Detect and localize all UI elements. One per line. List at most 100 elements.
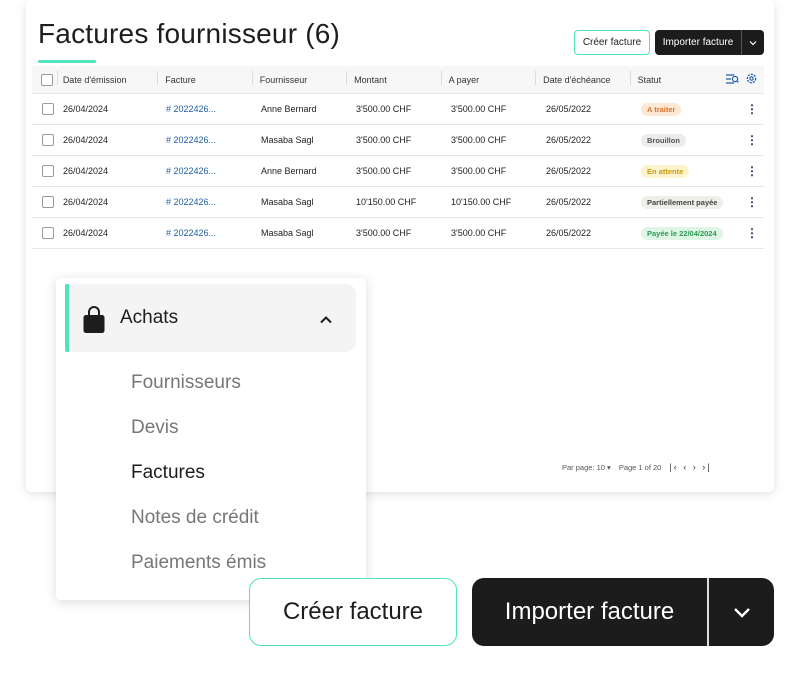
per-page-label: Par page: 10 bbox=[562, 462, 605, 472]
purchases-menu: Achats Fournisseurs Devis Factures Notes… bbox=[56, 278, 366, 600]
row-actions: ⋮ bbox=[729, 227, 764, 239]
cell-to-pay: 3'500.00 CHF bbox=[451, 228, 507, 238]
header-date[interactable]: Date d'émission bbox=[56, 70, 157, 85]
first-page-icon[interactable]: |‹ bbox=[669, 462, 678, 472]
import-separator bbox=[707, 578, 709, 646]
cell-due-date: 26/05/2022 bbox=[546, 228, 592, 238]
gear-icon[interactable] bbox=[745, 72, 758, 87]
row-select-cell bbox=[32, 165, 63, 177]
chevron-up-icon[interactable] bbox=[319, 311, 333, 329]
cell-date: 26/04/2024 bbox=[63, 104, 109, 114]
table-row[interactable]: 26/04/2024 # 2022426... Anne Bernard 3'5… bbox=[32, 156, 764, 187]
cell-date: 26/04/2024 bbox=[63, 228, 109, 238]
per-page-select[interactable]: Par page: 10 ▾ bbox=[562, 463, 611, 472]
invoice-link[interactable]: # 2022426... bbox=[158, 104, 253, 114]
next-page-icon[interactable]: › bbox=[693, 462, 698, 472]
cell-amount: 3'500.00 CHF bbox=[356, 135, 412, 145]
cell-amount: 3'500.00 CHF bbox=[356, 166, 412, 176]
cell-due-date: 26/05/2022 bbox=[546, 104, 592, 114]
import-invoice-button[interactable]: Importer facture bbox=[472, 578, 774, 646]
menu-item-factures[interactable]: Factures bbox=[131, 462, 205, 484]
menu-section-label: Achats bbox=[120, 307, 179, 328]
cell-due-date: 26/05/2022 bbox=[546, 135, 592, 145]
invoice-link[interactable]: # 2022426... bbox=[158, 166, 253, 176]
invoice-link[interactable]: # 2022426... bbox=[158, 228, 253, 238]
kebab-icon[interactable]: ⋮ bbox=[746, 227, 758, 239]
page-info: Page 1 of 20 bbox=[618, 462, 662, 472]
status-cell: Partiellement payée bbox=[633, 195, 729, 209]
chevron-down-icon: ▾ bbox=[607, 462, 611, 472]
cell-amount: 3'500.00 CHF bbox=[356, 228, 412, 238]
cell-supplier: Anne Bernard bbox=[261, 166, 317, 176]
row-actions: ⋮ bbox=[729, 134, 764, 146]
cell-date: 26/04/2024 bbox=[63, 135, 109, 145]
cell-supplier: Masaba Sagl bbox=[261, 135, 314, 145]
kebab-icon[interactable]: ⋮ bbox=[746, 103, 758, 115]
cell-to-pay: 3'500.00 CHF bbox=[451, 135, 507, 145]
cell-date: 26/04/2024 bbox=[63, 197, 109, 207]
header-facture[interactable]: Facture bbox=[157, 70, 251, 85]
table-row[interactable]: 26/04/2024 # 2022426... Masaba Sagl 10'1… bbox=[32, 187, 764, 218]
kebab-icon[interactable]: ⋮ bbox=[746, 165, 758, 177]
cell-supplier: Anne Bernard bbox=[261, 104, 317, 114]
status-badge: Payée le 22/04/2024 bbox=[641, 226, 723, 240]
table-row[interactable]: 26/04/2024 # 2022426... Masaba Sagl 3'50… bbox=[32, 218, 764, 249]
chevron-down-icon[interactable] bbox=[709, 607, 774, 618]
menu-item-fournisseurs[interactable]: Fournisseurs bbox=[131, 372, 241, 394]
status-badge: Brouillon bbox=[641, 133, 686, 147]
select-all-cell bbox=[32, 73, 63, 86]
status-cell: Payée le 22/04/2024 bbox=[633, 226, 729, 240]
cell-to-pay: 3'500.00 CHF bbox=[451, 104, 507, 114]
cell-amount: 10'150.00 CHF bbox=[356, 197, 417, 207]
menu-item-devis[interactable]: Devis bbox=[131, 417, 179, 439]
status-cell: En attente bbox=[633, 164, 729, 178]
cell-to-pay: 3'500.00 CHF bbox=[451, 166, 507, 176]
table-header: Date d'émission Facture Fournisseur Mont… bbox=[32, 66, 764, 94]
header-fournisseur[interactable]: Fournisseur bbox=[251, 70, 346, 85]
table-row[interactable]: 26/04/2024 # 2022426... Anne Bernard 3'5… bbox=[32, 94, 764, 125]
row-checkbox[interactable] bbox=[41, 196, 54, 208]
kebab-icon[interactable]: ⋮ bbox=[746, 196, 758, 208]
header-montant[interactable]: Montant bbox=[346, 70, 440, 85]
row-select-cell bbox=[32, 134, 63, 146]
page-title: Factures fournisseur (6) bbox=[38, 18, 341, 49]
menu-item-paiements-emis[interactable]: Paiements émis bbox=[131, 552, 266, 574]
kebab-icon[interactable]: ⋮ bbox=[746, 134, 758, 146]
filter-icon[interactable] bbox=[725, 73, 739, 87]
import-invoice-label: Importer facture bbox=[662, 37, 734, 48]
stage: Factures fournisseur (6) Créer facture I… bbox=[0, 0, 800, 688]
create-invoice-button[interactable]: Créer facture bbox=[249, 578, 457, 646]
status-badge: A traiter bbox=[641, 102, 682, 116]
menu-section-achats[interactable]: Achats bbox=[65, 284, 356, 352]
import-invoice-button-small[interactable]: Importer facture bbox=[655, 30, 764, 55]
row-actions: ⋮ bbox=[729, 196, 764, 208]
header-a-payer[interactable]: A payer bbox=[440, 70, 535, 85]
invoice-link[interactable]: # 2022426... bbox=[158, 197, 253, 207]
shopping-bag-icon bbox=[82, 306, 106, 339]
import-invoice-label: Importer facture bbox=[504, 598, 675, 625]
cell-supplier: Masaba Sagl bbox=[261, 228, 314, 238]
chevron-down-icon[interactable] bbox=[742, 40, 764, 46]
status-badge: Partiellement payée bbox=[641, 195, 724, 209]
row-actions: ⋮ bbox=[729, 103, 764, 115]
row-checkbox[interactable] bbox=[41, 227, 54, 239]
header-statut[interactable]: Statut bbox=[629, 70, 725, 85]
table-row[interactable]: 26/04/2024 # 2022426... Masaba Sagl 3'50… bbox=[32, 125, 764, 156]
row-checkbox[interactable] bbox=[41, 165, 54, 177]
title-underline bbox=[38, 60, 96, 63]
create-invoice-button-small[interactable]: Créer facture bbox=[574, 30, 650, 55]
prev-page-icon[interactable]: ‹ bbox=[683, 462, 688, 472]
select-all-checkbox[interactable] bbox=[41, 73, 54, 86]
row-checkbox[interactable] bbox=[41, 134, 54, 146]
last-page-icon[interactable]: ›| bbox=[702, 462, 711, 472]
row-actions: ⋮ bbox=[729, 165, 764, 177]
status-badge: En attente bbox=[641, 164, 690, 178]
menu-item-notes-de-credit[interactable]: Notes de crédit bbox=[131, 507, 259, 529]
cell-due-date: 26/05/2022 bbox=[546, 197, 592, 207]
row-select-cell bbox=[32, 196, 63, 208]
cell-date: 26/04/2024 bbox=[63, 166, 109, 176]
invoice-link[interactable]: # 2022426... bbox=[158, 135, 253, 145]
row-checkbox[interactable] bbox=[41, 103, 54, 115]
header-echeance[interactable]: Date d'échéance bbox=[535, 70, 629, 85]
invoices-table: Date d'émission Facture Fournisseur Mont… bbox=[32, 66, 764, 249]
